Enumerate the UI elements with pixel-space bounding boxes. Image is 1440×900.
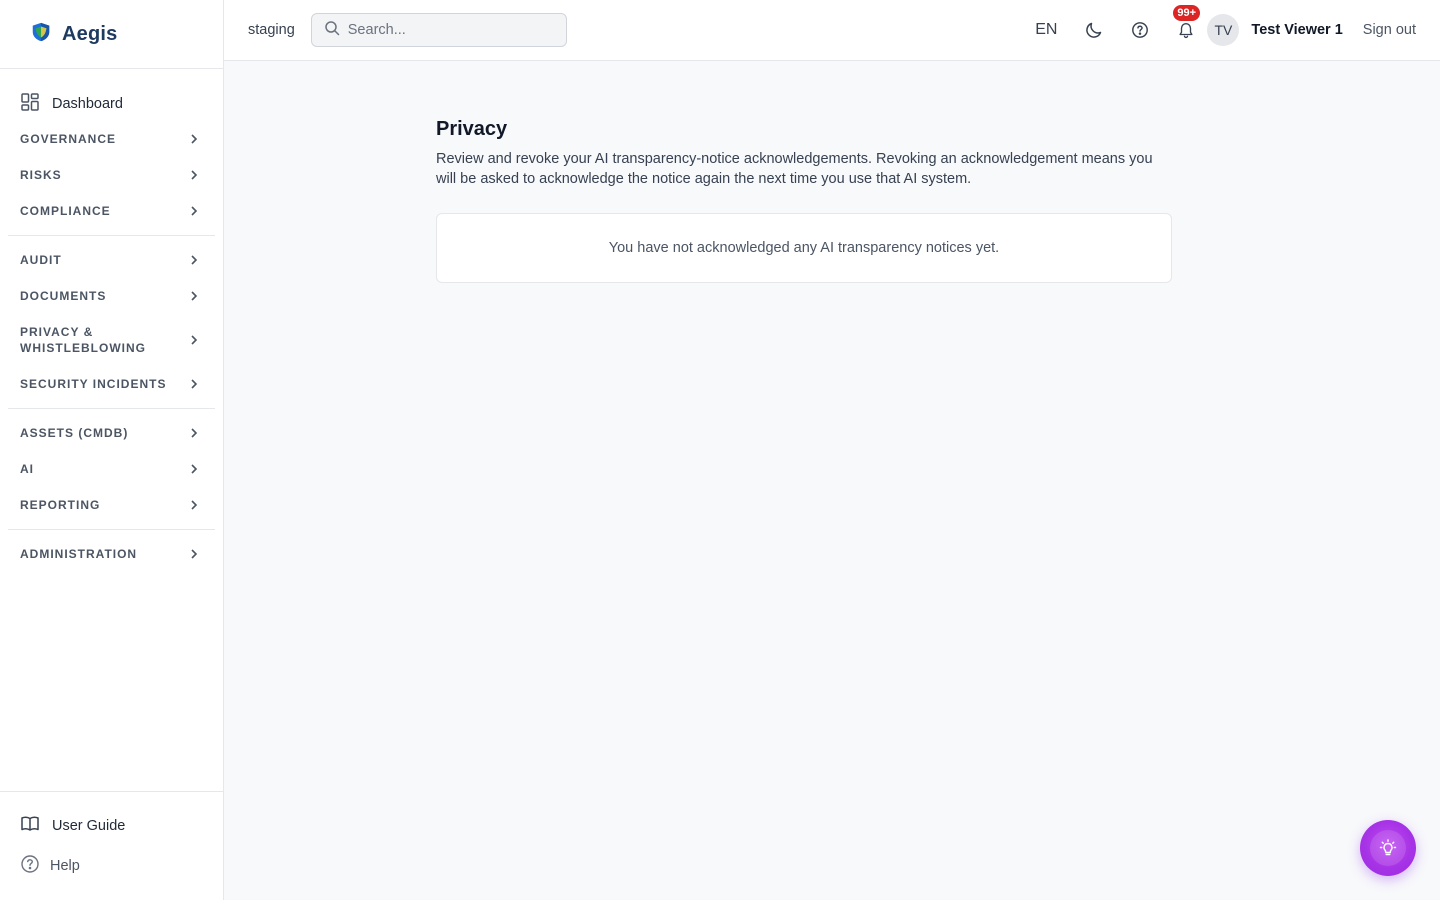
moon-icon — [1086, 22, 1102, 38]
sidebar-section-label: DOCUMENTS — [20, 289, 107, 303]
user-guide-link[interactable]: User Guide — [8, 806, 215, 846]
sidebar-section-ai[interactable]: AI — [8, 451, 215, 487]
sidebar-section-reporting[interactable]: REPORTING — [8, 487, 215, 523]
help-circle-icon — [1132, 22, 1149, 38]
chevron-right-icon — [191, 549, 198, 559]
chevron-right-icon — [191, 428, 198, 438]
user-name: Test Viewer 1 — [1251, 22, 1343, 38]
sidebar-section-audit[interactable]: AUDIT — [8, 242, 215, 278]
notification-count-badge: 99+ — [1173, 5, 1201, 21]
chevron-right-icon — [191, 134, 198, 144]
sidebar-section-label: AI — [20, 462, 34, 476]
chevron-right-icon — [191, 379, 198, 389]
search-input[interactable] — [347, 22, 548, 38]
bell-icon — [1179, 23, 1193, 39]
lightbulb-icon — [1379, 839, 1397, 856]
sidebar-section-label: GOVERNANCE — [20, 132, 117, 146]
brand-name: Aegis — [62, 22, 118, 45]
chevron-right-icon — [191, 255, 198, 265]
chevron-right-icon — [191, 335, 198, 345]
sidebar-section-label: REPORTING — [20, 498, 101, 512]
chevron-right-icon — [191, 170, 198, 180]
sidebar-section-documents[interactable]: DOCUMENTS — [8, 278, 215, 314]
sidebar-divider — [8, 408, 215, 409]
help-link[interactable]: Help — [8, 846, 215, 886]
sidebar-section-label: ADMINISTRATION — [20, 547, 138, 561]
sidebar-section-assets[interactable]: ASSETS (CMDB) — [8, 415, 215, 451]
sidebar-item-label: Dashboard — [52, 96, 123, 112]
avatar[interactable]: TV — [1207, 14, 1240, 46]
top-bar: staging EN 99+ — [224, 0, 1440, 61]
fab-inner-circle — [1370, 830, 1406, 866]
sidebar-section-label: SECURITY INCIDENTS — [20, 377, 167, 391]
top-bar-actions: EN 99+ TV Test Viewer 1 Sign out — [1035, 0, 1440, 60]
language-selector[interactable]: EN — [1035, 21, 1057, 39]
search-icon — [324, 20, 340, 41]
sign-out-button[interactable]: Sign out — [1363, 22, 1416, 38]
help-button[interactable] — [1129, 19, 1151, 41]
sidebar-section-label: PRIVACY & WHISTLEBLOWING — [20, 325, 146, 355]
sidebar-divider — [8, 529, 215, 530]
shield-logo-icon — [30, 21, 52, 48]
sidebar-section-label: RISKS — [20, 168, 62, 182]
sidebar-item-dashboard[interactable]: Dashboard — [8, 87, 215, 121]
brand-logo[interactable]: Aegis — [0, 0, 223, 69]
environment-label: staging — [248, 22, 295, 38]
empty-state-message: You have not acknowledged any AI transpa… — [608, 240, 1000, 256]
sidebar-section-security-incidents[interactable]: SECURITY INCIDENTS — [8, 366, 215, 402]
help-label: Help — [50, 858, 80, 874]
page-description: Review and revoke your AI transparency-n… — [436, 151, 1153, 187]
notifications-button[interactable]: 99+ — [1173, 5, 1201, 41]
book-open-icon — [20, 814, 40, 838]
chevron-right-icon — [191, 206, 198, 216]
sidebar-section-governance[interactable]: GOVERNANCE — [8, 121, 215, 157]
chevron-right-icon — [191, 500, 198, 510]
sidebar-section-label: COMPLIANCE — [20, 204, 111, 218]
sidebar-section-privacy-whistleblowing[interactable]: PRIVACY & WHISTLEBLOWING — [8, 314, 215, 366]
sidebar-section-administration[interactable]: ADMINISTRATION — [8, 536, 215, 572]
page-title: Privacy — [436, 118, 508, 140]
user-guide-label: User Guide — [52, 818, 126, 834]
chevron-right-icon — [191, 291, 198, 301]
chevron-right-icon — [191, 464, 198, 474]
sidebar-section-compliance[interactable]: COMPLIANCE — [8, 193, 215, 229]
sidebar-section-risks[interactable]: RISKS — [8, 157, 215, 193]
theme-toggle-button[interactable] — [1083, 19, 1105, 41]
search-box[interactable] — [310, 13, 567, 47]
sidebar-footer: User Guide Help — [0, 791, 223, 900]
help-circle-icon — [20, 854, 40, 878]
sidebar-divider — [8, 235, 215, 236]
empty-state-card: You have not acknowledged any AI transpa… — [436, 213, 1172, 283]
assistant-fab-button[interactable] — [1360, 820, 1416, 876]
sidebar-section-label: ASSETS (CMDB) — [20, 426, 129, 440]
dashboard-grid-icon — [20, 92, 40, 116]
sidebar-nav: Dashboard GOVERNANCE RISKS COMPLIANCE AU… — [0, 69, 223, 572]
sidebar: Aegis Dashboard GOVERNANCE RISKS COMPLIA… — [0, 0, 224, 900]
main-content: Privacy Review and revoke your AI transp… — [436, 118, 1172, 283]
sidebar-section-label: AUDIT — [20, 253, 62, 267]
